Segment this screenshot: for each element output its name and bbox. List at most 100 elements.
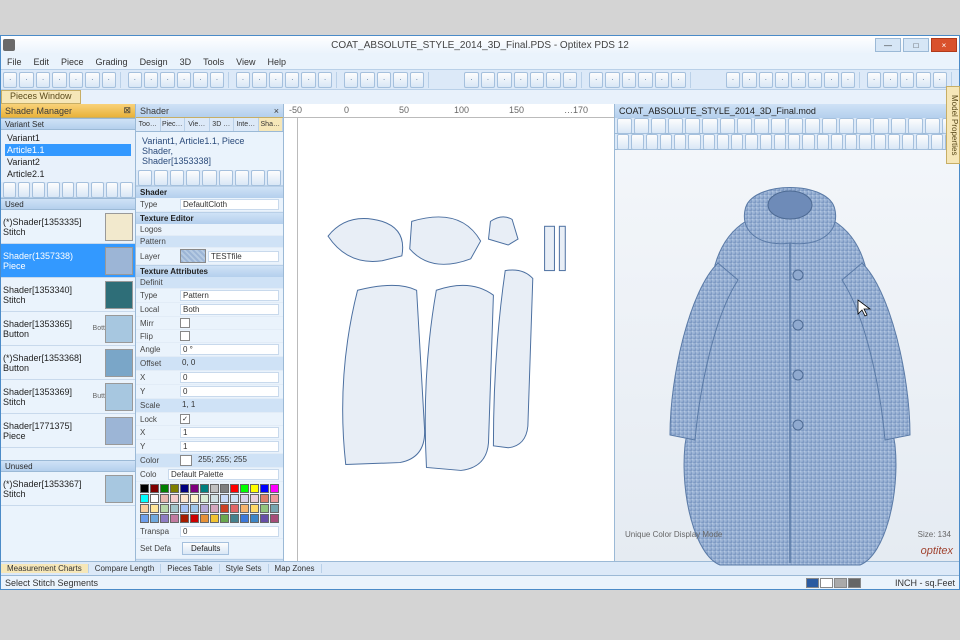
palette-color[interactable]: [140, 514, 149, 523]
palette-color[interactable]: [260, 504, 269, 513]
attr-type-value[interactable]: Pattern: [180, 290, 279, 301]
toolbar-button[interactable]: ·: [726, 72, 740, 88]
menu-help[interactable]: Help: [261, 57, 292, 67]
palette-color[interactable]: [210, 514, 219, 523]
variant-item[interactable]: Variant1: [5, 132, 131, 144]
offset-x-value[interactable]: 0: [180, 372, 279, 383]
mini-toolbar-button[interactable]: [219, 170, 233, 186]
toolbar-button[interactable]: ·: [530, 72, 544, 88]
threed-toolbar-button[interactable]: [646, 134, 658, 150]
mini-toolbar-button[interactable]: [18, 182, 31, 198]
toolbar-button[interactable]: ·: [841, 72, 855, 88]
threed-toolbar-button[interactable]: [802, 134, 814, 150]
color-swatch[interactable]: [180, 455, 192, 466]
palette-color[interactable]: [270, 504, 279, 513]
toolbar-button[interactable]: ·: [52, 72, 66, 88]
shader-tab[interactable]: 3D …: [210, 118, 235, 131]
toolbar-button[interactable]: ·: [301, 72, 315, 88]
toolbar-button[interactable]: ·: [410, 72, 424, 88]
toolbar-button[interactable]: ·: [824, 72, 838, 88]
palette-color[interactable]: [270, 514, 279, 523]
toolbar-button[interactable]: ·: [85, 72, 99, 88]
palette-color[interactable]: [170, 494, 179, 503]
mini-toolbar-button[interactable]: [154, 170, 168, 186]
attr-flip-checkbox[interactable]: [180, 331, 190, 341]
threed-toolbar-button[interactable]: [685, 118, 700, 134]
mini-toolbar-button[interactable]: [3, 182, 16, 198]
canvas-2d[interactable]: [298, 118, 614, 561]
palette-color[interactable]: [190, 484, 199, 493]
threed-toolbar-button[interactable]: [925, 118, 940, 134]
threed-toolbar-button[interactable]: [617, 118, 632, 134]
panel-close-icon[interactable]: ⊠: [123, 105, 131, 116]
threed-toolbar-button[interactable]: [668, 118, 683, 134]
shader-tab[interactable]: Inte…: [234, 118, 259, 131]
toolbar-button[interactable]: ·: [36, 72, 50, 88]
toolbar-button[interactable]: ·: [144, 72, 158, 88]
threed-toolbar-button[interactable]: [634, 118, 649, 134]
palette-color[interactable]: [170, 484, 179, 493]
palette-color[interactable]: [150, 514, 159, 523]
toolbar-button[interactable]: ·: [252, 72, 266, 88]
mini-toolbar-button[interactable]: [62, 182, 75, 198]
scale-x-value[interactable]: 1: [180, 427, 279, 438]
palette-color[interactable]: [180, 494, 189, 503]
toolbar-button[interactable]: ·: [638, 72, 652, 88]
close-button[interactable]: ×: [931, 38, 957, 52]
palette-color[interactable]: [250, 514, 259, 523]
toolbar-button[interactable]: ·: [605, 72, 619, 88]
defaults-button[interactable]: Defaults: [182, 542, 229, 555]
palette-color[interactable]: [230, 484, 239, 493]
toolbar-button[interactable]: ·: [210, 72, 224, 88]
toolbar-button[interactable]: ·: [160, 72, 174, 88]
toolbar-button[interactable]: ·: [791, 72, 805, 88]
threed-toolbar-button[interactable]: [856, 118, 871, 134]
menu-piece[interactable]: Piece: [55, 57, 90, 67]
threed-toolbar-button[interactable]: [873, 118, 888, 134]
threed-toolbar-button[interactable]: [737, 118, 752, 134]
palette-color[interactable]: [160, 484, 169, 493]
threed-toolbar-button[interactable]: [805, 118, 820, 134]
threed-toolbar-button[interactable]: [859, 134, 871, 150]
threed-toolbar-button[interactable]: [774, 134, 786, 150]
toolbar-button[interactable]: ·: [883, 72, 897, 88]
shader-tab[interactable]: Too…: [136, 118, 161, 131]
palette-color[interactable]: [240, 494, 249, 503]
palette-color[interactable]: [140, 484, 149, 493]
threed-toolbar-button[interactable]: [771, 118, 786, 134]
mini-toolbar-button[interactable]: [267, 170, 281, 186]
toolbar-button[interactable]: ·: [177, 72, 191, 88]
bottom-tab[interactable]: Pieces Table: [161, 564, 219, 573]
threed-toolbar-button[interactable]: [660, 134, 672, 150]
shader-list-item[interactable]: Shader[1771375] Piece: [1, 414, 135, 448]
toolbar-button[interactable]: ·: [742, 72, 756, 88]
variant-item[interactable]: Article1.1: [5, 144, 131, 156]
threed-toolbar-button[interactable]: [760, 134, 772, 150]
shader-tab[interactable]: Vie…: [185, 118, 210, 131]
layer-value[interactable]: TESTfile: [208, 251, 279, 262]
palette-color[interactable]: [150, 484, 159, 493]
shader-panel-close-icon[interactable]: ×: [274, 106, 279, 116]
palette-color[interactable]: [250, 484, 259, 493]
bottom-tab[interactable]: Map Zones: [269, 564, 322, 573]
threed-toolbar-button[interactable]: [717, 134, 729, 150]
threed-toolbar-button[interactable]: [839, 118, 854, 134]
menu-edit[interactable]: Edit: [28, 57, 56, 67]
toolbar-button[interactable]: ·: [377, 72, 391, 88]
transp-value[interactable]: 0: [180, 526, 279, 537]
toolbar-button[interactable]: ·: [344, 72, 358, 88]
mini-toolbar-button[interactable]: [120, 182, 133, 198]
palette-color[interactable]: [200, 504, 209, 513]
mini-toolbar-button[interactable]: [47, 182, 60, 198]
palette-color[interactable]: [240, 514, 249, 523]
toolbar-button[interactable]: ·: [916, 72, 930, 88]
bottom-tab[interactable]: Measurement Charts: [1, 564, 89, 573]
palette-color[interactable]: [250, 494, 259, 503]
toolbar-button[interactable]: ·: [236, 72, 250, 88]
mini-toolbar-button[interactable]: [138, 170, 152, 186]
menu-design[interactable]: Design: [134, 57, 174, 67]
toolbar-button[interactable]: ·: [3, 72, 17, 88]
menu-tools[interactable]: Tools: [197, 57, 230, 67]
toolbar-button[interactable]: ·: [393, 72, 407, 88]
toolbar-button[interactable]: ·: [563, 72, 577, 88]
